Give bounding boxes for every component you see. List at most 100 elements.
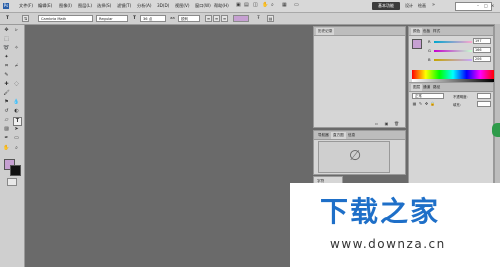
ps-logo-icon[interactable]: Ps [3,3,9,9]
tab-info[interactable]: 信息 [346,132,357,139]
anti-alias-select[interactable]: 锐利 [178,15,200,22]
font-size-select[interactable]: 36 点 [140,15,166,22]
menu-image[interactable]: 图像(I) [59,3,72,9]
workspace-design-link[interactable]: 设计 [405,3,413,9]
workspace-essentials-button[interactable]: 基本功能 [372,2,400,10]
menu-file[interactable]: 文件(F) [19,3,33,9]
opacity-label: 不透明度: [453,95,468,99]
background-color-swatch[interactable] [10,165,21,176]
maximize-icon[interactable]: □ [484,3,489,9]
new-document-icon[interactable]: ▣ [384,121,389,126]
delete-icon[interactable]: 🗑 [394,121,399,126]
menu-3d[interactable]: 3D(D) [157,3,169,8]
arrange-docs-icon[interactable]: ▦ [282,2,287,8]
menu-window[interactable]: 窗口(W) [195,3,211,9]
lock-transparency-icon[interactable]: ▦ [412,101,417,106]
fill-input[interactable] [477,101,491,107]
blur-tool-icon[interactable]: 💧 [13,99,20,106]
eyedropper-tool-icon[interactable]: ✎ [3,72,10,79]
tab-history[interactable]: 历史记录 [316,28,335,35]
tab-styles[interactable]: 样式 [431,28,442,35]
close-icon[interactable]: × [491,3,496,9]
mini-bridge-icon[interactable]: ▤ [244,2,249,8]
layers-panel: 图层 通道 路径 正常 不透明度: ▦ ✎ ✥ 🔒 填充: [408,82,494,184]
type-tool-icon[interactable]: T [13,117,22,126]
brush-tool-icon[interactable]: 🖌 [3,90,10,97]
quick-select-tool-icon[interactable]: ✧ [13,45,20,52]
move-tool-icon[interactable]: ✥ [3,27,10,34]
menu-view[interactable]: 视图(V) [175,3,190,9]
crop-tool-icon[interactable]: ⌗ [3,63,10,70]
hand-icon[interactable]: ✋ [262,2,268,8]
color-panel-foreground[interactable] [412,39,422,49]
color-spectrum-bar[interactable] [412,70,494,79]
tab-histogram[interactable]: 直方图 [331,132,346,139]
fill-label: 填充: [453,103,461,107]
collapsed-panel-dock[interactable] [494,24,500,184]
menu-analysis[interactable]: 分析(A) [137,3,152,9]
menu-select[interactable]: 选择(S) [97,3,111,9]
floating-green-button[interactable] [492,123,500,137]
zoom-icon[interactable]: ⌕ [271,2,276,8]
lock-pixels-icon[interactable]: ✎ [418,101,423,106]
magic-wand-tool-icon[interactable]: ✦ [3,54,10,61]
histogram-view: ∅ [318,141,390,173]
menu-help[interactable]: 帮助(H) [214,3,229,9]
eraser-tool-icon[interactable]: ▱ [3,117,10,124]
history-brush-tool-icon[interactable]: ↺ [3,108,10,115]
align-left-icon[interactable]: ≡ [205,15,212,22]
text-orientation-icon[interactable]: ⇅ [22,15,29,22]
clone-stamp-tool-icon[interactable]: ⚑ [3,99,10,106]
zoom-level-icon[interactable]: ◫ [253,2,258,8]
dodge-tool-icon[interactable]: ◐ [13,108,20,115]
text-color-swatch[interactable] [233,15,249,22]
gradient-tool-icon[interactable]: ▨ [3,126,10,133]
artboard-tool-icon[interactable]: ▹ [13,27,20,34]
healing-brush-tool-icon[interactable]: ✚ [3,81,10,88]
text-tool-preset-icon[interactable]: T [4,15,11,22]
patch-tool-icon[interactable]: ◌ [13,81,20,88]
tab-paths[interactable]: 路径 [431,84,442,91]
toggle-character-panel-icon[interactable]: ▤ [267,15,274,22]
hand-tool-icon[interactable]: ✋ [3,145,10,152]
quick-mask-button[interactable] [7,178,17,186]
bridge-icon[interactable]: ▣ [236,2,241,8]
new-snapshot-icon[interactable]: ▫ [374,121,379,126]
font-style-select[interactable]: Regular [96,15,128,22]
marquee-tool-icon[interactable]: ⬚ [3,36,10,43]
align-center-icon[interactable]: ≡ [213,15,220,22]
opacity-input[interactable] [477,93,491,99]
history-panel: 历史记录 ▫ ▣ 🗑 [313,26,406,128]
minimize-icon[interactable]: – [477,3,482,9]
r-value-input[interactable]: 197 [473,38,491,44]
g-slider[interactable] [434,50,472,52]
path-selection-tool-icon[interactable]: ➤ [13,126,20,133]
slice-tool-icon[interactable]: ⌿ [13,63,20,70]
more-workspaces-icon[interactable]: » [432,2,437,8]
screen-mode-icon[interactable]: ▭ [294,2,299,8]
watermark-title: 下载之家 [320,195,441,228]
font-family-select[interactable]: Cambria Math [38,15,93,22]
menu-bar: Ps 文件(F) 编辑(E) 图像(I) 图层(L) 选择(S) 滤镜(T) 分… [0,0,500,13]
align-right-icon[interactable]: ≡ [221,15,228,22]
menu-filter[interactable]: 滤镜(T) [117,3,131,9]
g-value-input[interactable]: 166 [473,47,491,53]
zoom-tool-icon[interactable]: ⌕ [13,145,20,152]
workspace-painting-link[interactable]: 绘画 [418,3,426,9]
menu-layer[interactable]: 图层(L) [78,3,92,9]
canvas-area[interactable] [25,25,311,267]
r-slider[interactable] [434,41,472,43]
b-value-input[interactable]: 206 [473,56,491,62]
warp-text-icon[interactable]: Ŧ [255,15,262,22]
blend-mode-select[interactable]: 正常 [412,93,444,99]
r-label: R [428,39,431,44]
shape-tool-icon[interactable]: ▭ [13,135,20,142]
menu-edit[interactable]: 编辑(E) [38,3,52,9]
pen-tool-icon[interactable]: ✒ [3,135,10,142]
lasso-tool-icon[interactable]: ➰ [3,45,10,52]
tab-navigator[interactable]: 导航器 [316,132,331,139]
b-slider[interactable] [434,59,472,61]
navigator-panel: 导航器 直方图 信息 ∅ [313,130,406,175]
lock-all-icon[interactable]: 🔒 [430,101,435,106]
lock-position-icon[interactable]: ✥ [424,101,429,106]
